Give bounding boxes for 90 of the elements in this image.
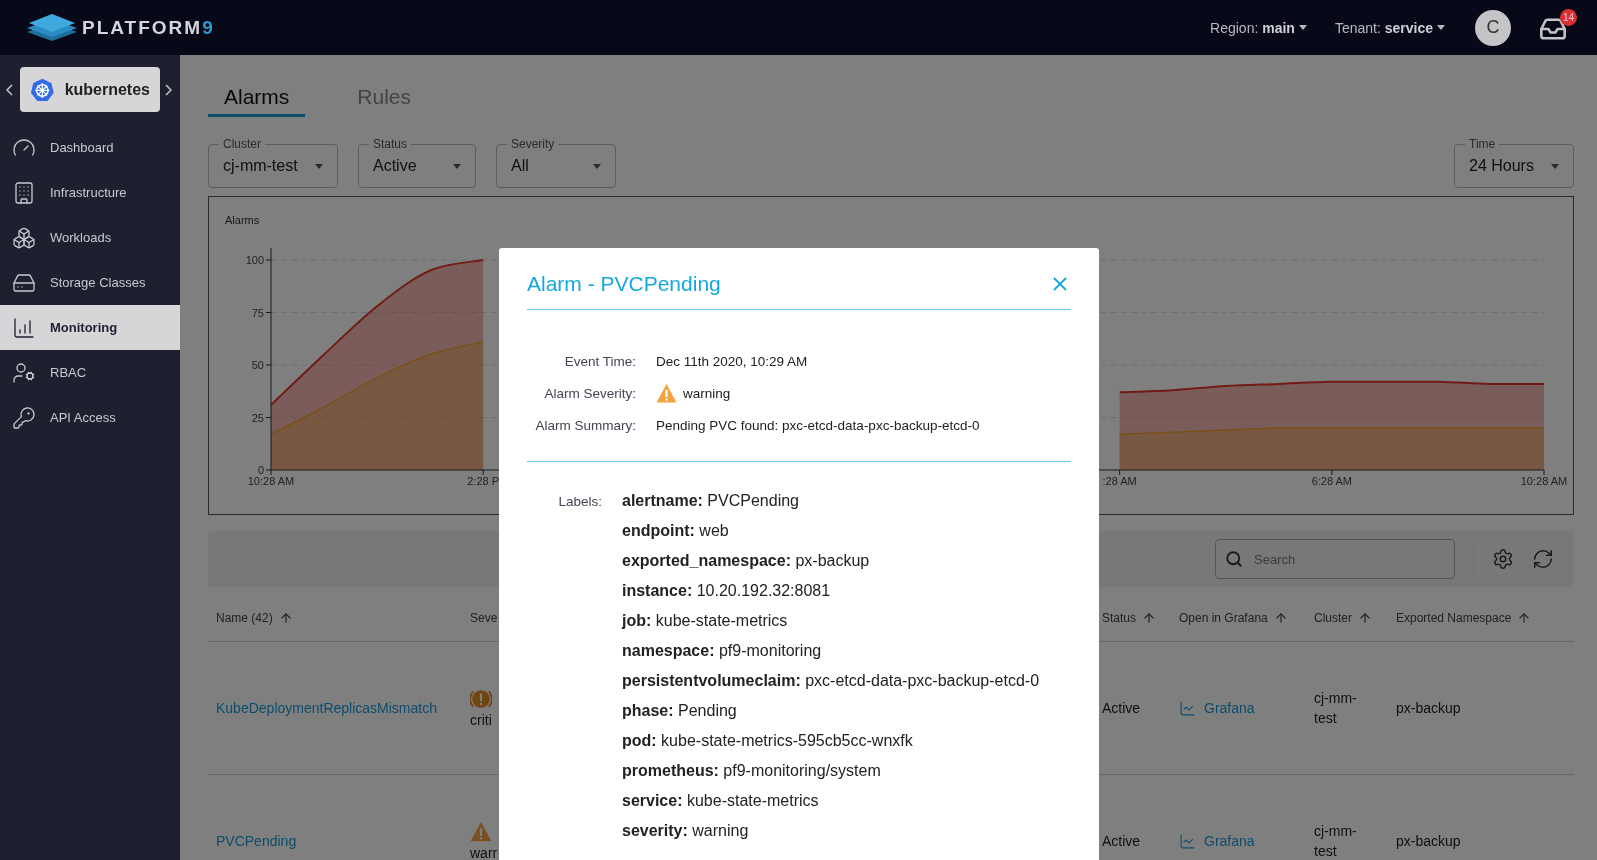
detail-label: Event Time: <box>563 354 636 369</box>
filter-select[interactable]: Status Active <box>358 137 476 188</box>
axis-label: 10:28 AM <box>1520 475 1568 487</box>
column-header[interactable]: Name (42) <box>216 611 293 625</box>
label-line: job: kube-state-metrics <box>622 612 789 630</box>
caret-icon <box>593 163 601 169</box>
axis-label: 25 <box>251 411 264 424</box>
caret-icon <box>1551 163 1559 169</box>
settings-icon <box>1492 548 1514 570</box>
filter-select[interactable]: Severity All <box>496 137 616 188</box>
chevron-left-icon[interactable] <box>6 83 16 96</box>
label-line: prometheus: pf9-monitoring/system <box>622 762 882 780</box>
caret-icon <box>1437 25 1445 30</box>
nav-item[interactable]: Monitoring <box>0 305 180 350</box>
dialog-title: Alarm - PVCPending <box>527 271 721 296</box>
detail-label: Alarm Summary: <box>534 418 636 433</box>
labels-heading: Labels: <box>557 493 602 511</box>
label-line: alertname: PVCPending <box>622 492 800 510</box>
detail-value: Pending PVC found: pxc-etcd-data-pxc-backup-etcd-0 <box>656 418 981 433</box>
helm-wheel-icon <box>30 76 55 103</box>
axis-label: 0 <box>257 464 264 476</box>
axis-label: 2:28 P <box>467 475 500 487</box>
chart-title: Alarms <box>225 214 260 226</box>
settings-button[interactable] <box>1492 548 1514 570</box>
axis-label: 10:28 AM <box>247 475 295 487</box>
axis-label: 100 <box>245 254 264 266</box>
tab[interactable]: Rules <box>341 80 428 117</box>
label-line: service: kube-state-metrics <box>622 792 820 810</box>
label-line: endpoint: web <box>622 522 730 540</box>
notification-count: 14 <box>1560 8 1577 26</box>
line-chart-icon <box>1179 832 1196 850</box>
column-header[interactable]: Cluster <box>1314 611 1372 625</box>
caret-icon <box>1298 25 1307 30</box>
region-menu[interactable]: Region: main <box>1210 19 1307 36</box>
column-header[interactable]: Status <box>1102 611 1157 625</box>
search-field[interactable]: Search <box>1215 539 1455 579</box>
line-chart-icon <box>1179 699 1196 717</box>
severity-text: criti <box>470 712 493 728</box>
axis-label: 75 <box>251 306 264 319</box>
refresh-icon <box>1532 548 1554 570</box>
time-select[interactable]: Time 24 Hours <box>1454 137 1574 188</box>
brand-name: PLATFORM 9 <box>82 16 215 39</box>
product-switcher[interactable]: kubernetes <box>20 67 160 112</box>
namespace-cell-text: px-backup <box>1396 700 1462 716</box>
column-header[interactable]: Seve <box>470 611 498 625</box>
namespace-cell-text: px-backup <box>1396 833 1462 849</box>
tenant-menu[interactable]: Tenant: service <box>1334 19 1445 36</box>
detail-value: warning <box>683 386 731 401</box>
column-header[interactable]: Open in Grafana <box>1179 611 1288 625</box>
boxes-icon <box>12 225 36 250</box>
nav-item[interactable]: Dashboard <box>0 125 180 170</box>
status-cell-text: Active <box>1102 700 1142 716</box>
sort-arrow-icon <box>1142 611 1157 625</box>
label-line: instance: 10.20.192.32:8081 <box>622 582 832 600</box>
alert-circle-icon <box>470 688 492 710</box>
caret-icon <box>315 163 323 169</box>
nav-item[interactable]: RBAC <box>0 350 180 395</box>
cluster-cell-text: cj-mm-test <box>1314 689 1358 728</box>
label-line: pod: kube-state-metrics-595cb5cc-wnxfk <box>622 732 914 750</box>
key-icon <box>12 405 36 430</box>
nav-item[interactable]: API Access <box>0 395 180 440</box>
nav-item[interactable]: Workloads <box>0 215 180 260</box>
tab[interactable]: Alarms <box>208 80 306 117</box>
detail-label: Alarm Severity: <box>543 386 636 401</box>
logo-icon <box>26 12 78 43</box>
label-line: severity: warning <box>622 822 750 840</box>
user-avatar[interactable]: C <box>1475 9 1511 46</box>
label-line: phase: Pending <box>622 702 738 720</box>
user-gear-icon <box>12 360 36 385</box>
axis-label: 6:28 AM <box>1311 475 1352 487</box>
label-line: exported_namespace: px-backup <box>622 552 871 570</box>
building-icon <box>12 180 36 205</box>
axis-label: :28 AM <box>1102 475 1137 487</box>
search-icon <box>1225 550 1243 568</box>
label-line: persistentvolumeclaim: pxc-etcd-data-pxc-backup-etcd-0 <box>622 672 1041 690</box>
warning-icon <box>470 821 492 843</box>
nav-item[interactable]: Infrastructure <box>0 170 180 215</box>
filter-select[interactable]: Cluster cj-mm-test <box>208 137 338 188</box>
label-line: namespace: pf9-monitoring <box>622 642 823 660</box>
severity-text: warr <box>470 845 499 860</box>
column-header[interactable]: Exported Namespace <box>1396 611 1532 625</box>
cluster-cell-text: cj-mm-test <box>1314 822 1358 860</box>
caret-icon <box>453 163 461 169</box>
nav-item[interactable]: Storage Classes <box>0 260 180 305</box>
refresh-button[interactable] <box>1532 548 1554 570</box>
status-cell-text: Active <box>1102 833 1142 849</box>
warning-icon <box>656 383 677 404</box>
chevron-right-icon[interactable] <box>164 83 174 96</box>
detail-value: Dec 11th 2020, 10:29 AM <box>656 354 809 369</box>
axis-label: 50 <box>251 359 264 371</box>
